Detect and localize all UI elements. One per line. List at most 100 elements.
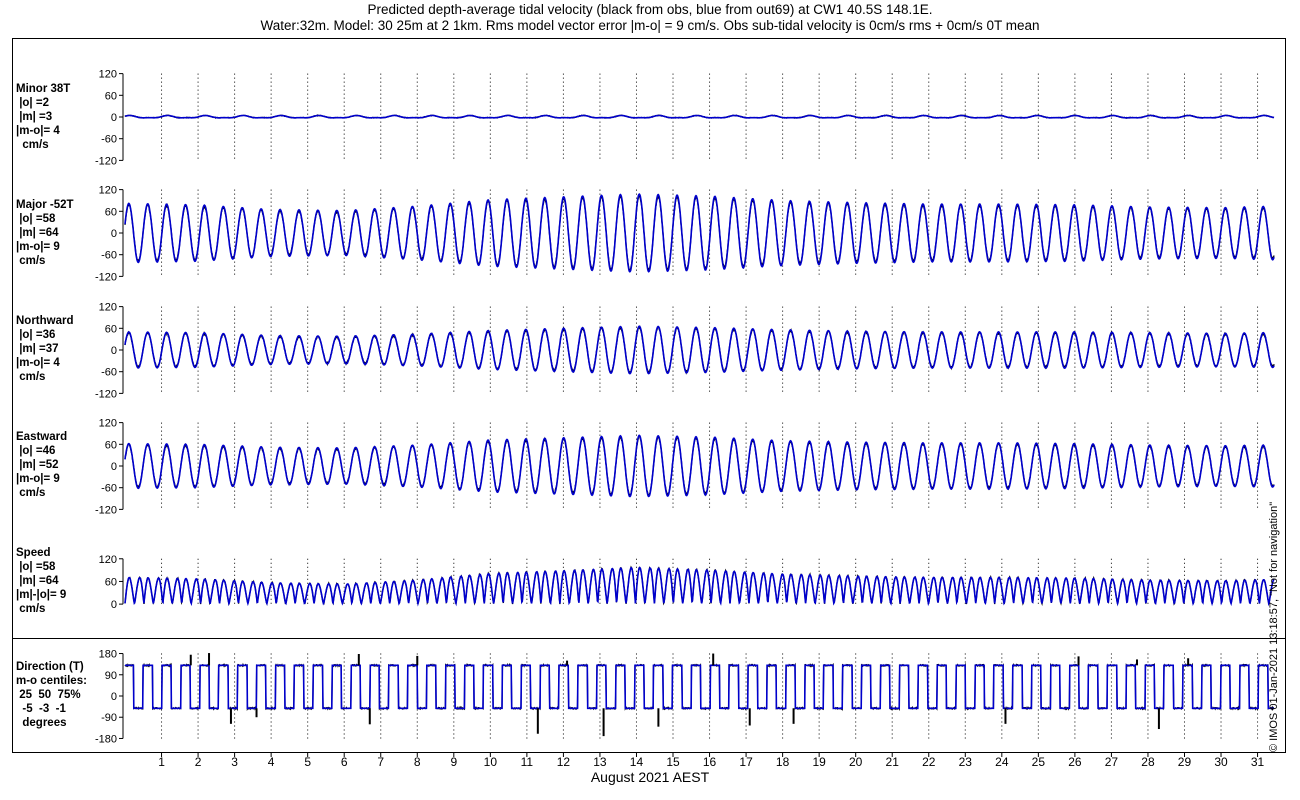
x-tick-label: 15: [666, 755, 680, 769]
series-model: [124, 325, 1275, 375]
panel-label-line: Speed: [16, 547, 51, 559]
panel-label-line: |o| =36: [16, 329, 56, 341]
panel-label-line: -5 -3 -1: [16, 703, 66, 715]
x-tick-label: 2: [195, 755, 202, 769]
y-tick-label: -60: [101, 134, 117, 146]
y-tick-label: -120: [95, 388, 117, 400]
y-tick-label: 60: [105, 323, 117, 335]
panel-label-speed: Speed |o| =58 |m| =64 |m|-|o|= 9 cm/s: [16, 546, 66, 616]
panel-northward: 120 60 0 -60 -120: [95, 302, 1275, 400]
panel-label-line: |m| =37: [16, 343, 59, 355]
panel-label-line: Direction (T): [16, 661, 84, 673]
panel-label-line: |m| =64: [16, 575, 59, 587]
y-tick-label: 120: [99, 69, 117, 81]
x-axis: 1 2 3 4 5 6 7 8 9 10 11 12 13 14 15 16 17 18 19 20 21 22 23 24 2…: [158, 752, 1265, 769]
panel-label-line: cm/s: [16, 603, 46, 615]
series-obs: [124, 662, 1275, 712]
panel-label-direction: Direction (T) m-o centiles: 25 50 75% -5 …: [16, 660, 87, 730]
panel-label-line: m-o centiles:: [16, 675, 87, 687]
y-tick-label: 60: [105, 576, 117, 588]
panel-label-line: Eastward: [16, 431, 68, 443]
y-tick-label: -60: [101, 367, 117, 379]
x-tick-label: 10: [484, 755, 498, 769]
y-tick-label: 60: [105, 90, 117, 102]
upper-frame: [12, 38, 1286, 639]
y-tick-label: 0: [111, 691, 117, 703]
panel-label-line: cm/s: [16, 255, 46, 267]
y-tick-label: 0: [111, 599, 117, 611]
x-tick-label: 26: [1068, 755, 1082, 769]
panel-label-line: Minor 38T: [16, 83, 71, 95]
panel-label-line: cm/s: [16, 139, 49, 151]
panel-major: 120 60 0 -60 -120: [95, 185, 1275, 283]
y-tick-label: -90: [101, 712, 117, 724]
y-tick-label: 0: [111, 228, 117, 240]
plot-area: 1 2 3 4 5 6 7 8 9 10 11 12 13 14 15 16 17 18 19 20 21 22 23 24 2…: [12, 38, 1286, 769]
panel-label-eastward: Eastward |o| =46 |m| =52 |m-o|= 9 cm/s: [16, 430, 67, 500]
x-tick-label: 22: [922, 755, 936, 769]
y-tick-label: 120: [99, 418, 117, 430]
y-tick-label: 0: [111, 461, 117, 473]
x-tick-label: 12: [557, 755, 571, 769]
panel-label-line: |o| =58: [16, 213, 56, 225]
figure: Predicted depth-average tidal velocity (…: [0, 0, 1300, 800]
x-tick-label: 21: [886, 755, 900, 769]
y-tick-label: 60: [105, 439, 117, 451]
panel-label-line: |m|-|o|= 9: [16, 589, 67, 601]
panel-label-line: |m| =52: [16, 459, 59, 471]
x-tick-label: 25: [1032, 755, 1046, 769]
y-tick-label: 120: [99, 554, 117, 566]
panel-label-line: cm/s: [16, 487, 46, 499]
panel-label-line: Major -52T: [16, 199, 74, 211]
x-tick-label: 3: [231, 755, 238, 769]
panel-label-line: cm/s: [16, 371, 46, 383]
panel-label-line: Northward: [16, 315, 74, 327]
x-tick-label: 19: [812, 755, 826, 769]
panel-label-line: 25 50 75%: [16, 689, 81, 701]
x-tick-label: 20: [849, 755, 863, 769]
y-tick-label: -60: [101, 250, 117, 262]
x-tick-label: 30: [1214, 755, 1228, 769]
x-tick-label: 28: [1141, 755, 1155, 769]
x-tick-label: 23: [959, 755, 973, 769]
x-tick-label: 14: [630, 755, 644, 769]
y-tick-label: 60: [105, 206, 117, 218]
x-tick-label: 11: [521, 755, 534, 769]
series-model: [125, 664, 1274, 710]
x-tick-label: 7: [377, 755, 384, 769]
y-tick-label: 180: [99, 649, 117, 661]
y-tick-label: 120: [99, 302, 117, 314]
y-tick-label: -180: [95, 733, 117, 745]
panel-label-line: |m-o|= 9: [16, 473, 60, 485]
panel-eastward: 120 60 0 -60 -120: [95, 418, 1275, 516]
x-tick-label: 5: [304, 755, 311, 769]
series-model: [124, 193, 1275, 273]
x-tick-label: 18: [776, 755, 790, 769]
x-tick-label: 1: [158, 755, 165, 769]
y-tick-label: -60: [101, 483, 117, 495]
x-tick-label: 6: [341, 755, 348, 769]
x-tick-label: 29: [1178, 755, 1192, 769]
y-tick-label: 120: [99, 185, 117, 197]
series-model: [124, 434, 1275, 498]
panel-direction: 180 90 0 -90 -180: [95, 649, 1275, 745]
x-tick-label: 9: [450, 755, 457, 769]
panel-label-minor: Minor 38T |o| =2 |m| =3 |m-o|= 4 cm/s: [16, 82, 70, 152]
y-tick-label: -120: [95, 155, 117, 167]
panel-label-line: |o| =58: [16, 561, 56, 573]
lower-frame: [12, 638, 1286, 753]
x-tick-label: 13: [593, 755, 607, 769]
x-tick-label: 24: [995, 755, 1009, 769]
x-tick-label: 16: [703, 755, 717, 769]
panel-label-line: degrees: [16, 717, 67, 729]
y-tick-label: 0: [111, 112, 117, 124]
panel-label-line: |m-o|= 4: [16, 357, 60, 369]
x-tick-label: 27: [1105, 755, 1119, 769]
panel-minor: 120 60 0 -60 -120: [95, 69, 1275, 167]
panel-speed: 120 60 0: [99, 554, 1275, 611]
y-tick-label: -120: [95, 504, 117, 516]
panel-label-northward: Northward |o| =36 |m| =37 |m-o|= 4 cm/s: [16, 314, 74, 384]
panel-label-line: |m-o|= 9: [16, 241, 60, 253]
panel-label-line: |o| =46: [16, 445, 56, 457]
panel-label-line: |m-o|= 4: [16, 125, 60, 137]
